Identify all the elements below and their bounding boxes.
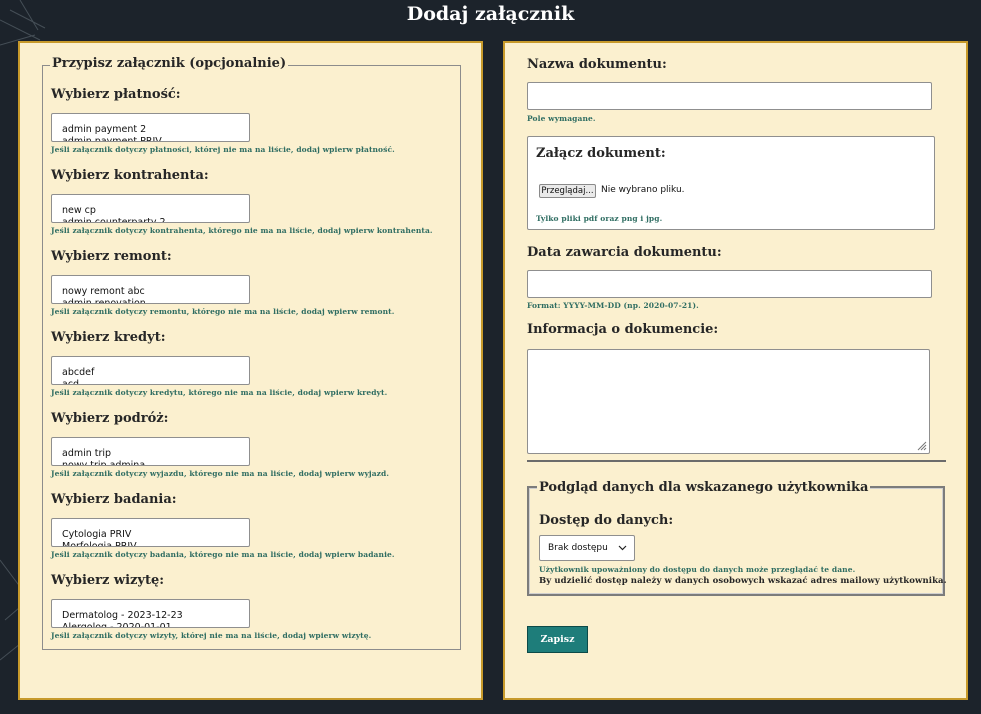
renovation-hint: Jeśli załącznik dotyczy remontu, którego… [51,307,395,316]
document-panel: Nazwa dokumentu: Pole wymagane. Załącz d… [503,41,968,700]
attach-hint: Tylko pliki pdf oraz png i jpg. [536,214,663,223]
attach-label: Załącz dokument: [536,146,666,161]
examination-option[interactable]: Morfologia PRIV [62,541,137,546]
trip-hint: Jeśli załącznik dotyczy wyjazdu, którego… [51,469,390,478]
document-name-hint: Pole wymagane. [527,114,596,123]
assign-panel: Przypisz załącznik (opcjonalnie) Wybierz… [18,41,483,700]
examination-option[interactable]: Cytologia PRIV [62,529,131,540]
trip-label: Wybierz podróż: [51,411,169,426]
date-input[interactable] [527,270,932,298]
payment-hint: Jeśli załącznik dotyczy płatności, które… [51,145,395,154]
chevron-down-icon [618,545,627,551]
renovation-option[interactable]: nowy remont abc [62,286,145,297]
visit-option[interactable]: Dermatolog - 2023-12-23 [62,610,183,621]
file-status: Nie wybrano pliku. [601,185,685,195]
date-label: Data zawarcia dokumentu: [527,245,722,260]
credit-label: Wybierz kredyt: [51,330,166,345]
attach-box: Załącz dokument: Przeglądaj... Nie wybra… [527,136,935,230]
renovation-option[interactable]: admin renovation [62,298,146,303]
renovation-label: Wybierz remont: [51,249,172,264]
assign-legend: Przypisz załącznik (opcjonalnie) [50,56,289,71]
section-divider [527,460,946,462]
examination-hint: Jeśli załącznik dotyczy badania, którego… [51,550,395,559]
visit-option[interactable]: Alergolog - 2020-01-01 [62,622,172,627]
examination-label: Wybierz badania: [51,492,177,507]
examination-select[interactable]: Cytologia PRIV Morfologia PRIV [51,518,250,547]
resize-handle-icon[interactable] [915,439,927,451]
trip-option[interactable]: admin trip [62,448,111,459]
access-legend: Podgląd danych dla wskazanego użytkownik… [537,480,871,495]
access-label: Dostęp do danych: [539,513,674,528]
info-label: Informacja o dokumencie: [527,322,719,337]
visit-select[interactable]: Dermatolog - 2023-12-23 Alergolog - 2020-… [51,599,250,628]
info-textarea[interactable] [527,349,930,454]
access-selected: Brak dostępu [548,543,608,553]
counterparty-option[interactable]: new cp [62,205,96,216]
credit-select[interactable]: abcdef acd [51,356,250,385]
credit-option[interactable]: acd [62,379,79,384]
document-name-label: Nazwa dokumentu: [527,57,667,72]
page-title: Dodaj załącznik [406,3,575,25]
payment-label: Wybierz płatność: [51,87,181,102]
access-fieldset: Dostęp do danych: Brak dostępu Użytkowni… [527,486,947,596]
browse-button[interactable]: Przeglądaj... [539,184,596,198]
visit-hint: Jeśli załącznik dotyczy wizyty, której n… [51,631,372,640]
trip-option[interactable]: nowy trip admina [62,460,145,465]
counterparty-option[interactable]: admin counterparty 2 [62,217,166,222]
access-select[interactable]: Brak dostępu [539,535,635,561]
document-name-input[interactable] [527,82,932,110]
counterparty-label: Wybierz kontrahenta: [51,168,209,183]
counterparty-select[interactable]: new cp admin counterparty 2 [51,194,250,223]
trip-select[interactable]: admin trip nowy trip admina [51,437,250,466]
credit-option[interactable]: abcdef [62,367,94,378]
payment-select[interactable]: admin payment 2 admin payment PRIV [51,113,250,142]
visit-label: Wybierz wizytę: [51,573,165,588]
renovation-select[interactable]: nowy remont abc admin renovation [51,275,250,304]
payment-option[interactable]: admin payment PRIV [62,136,162,141]
access-hint: Użytkownik upoważniony do dostępu do dan… [539,565,856,574]
credit-hint: Jeśli załącznik dotyczy kredytu, którego… [51,388,388,397]
save-button[interactable]: Zapisz [527,626,588,653]
payment-option[interactable]: admin payment 2 [62,124,146,135]
counterparty-hint: Jeśli załącznik dotyczy kontrahenta, któ… [51,226,433,235]
access-note: By udzielić dostęp należy w danych osobo… [539,576,947,586]
date-hint: Format: YYYY-MM-DD (np. 2020-07-21). [527,301,699,310]
